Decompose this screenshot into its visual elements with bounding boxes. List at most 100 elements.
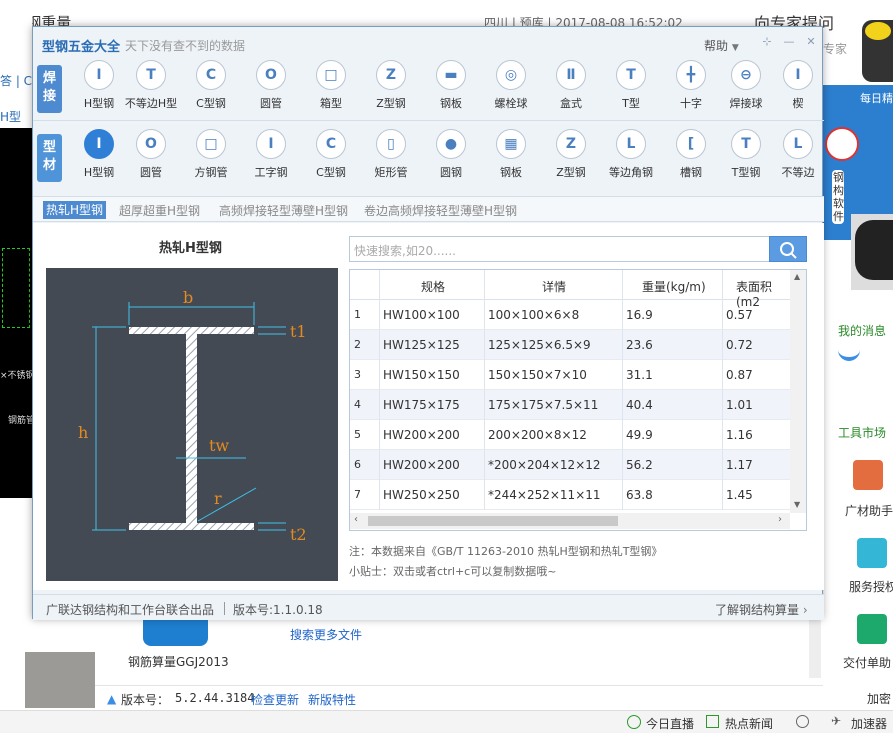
profile-row: 型材 I H型钢 O 圆管 □ 方钢管 I 工字钢 C C型钢 ▯ 矩形管 ● 圆钢 ▦ 钢板 Z Z型钢 L 等边角… (33, 127, 824, 185)
background-left-link[interactable]: 答 | C (0, 72, 32, 89)
pin-icon[interactable]: ⊹ (760, 35, 774, 49)
shape-label: 矩形管 (374, 166, 408, 179)
minimize-icon[interactable]: — (782, 35, 796, 49)
shape-item[interactable]: ⊖ 焊接球 (716, 60, 776, 114)
shape-item[interactable]: L 不等边 (768, 129, 828, 183)
scroll-up-icon[interactable]: ▲ (794, 272, 800, 281)
background-left-link-2[interactable]: H型 (0, 108, 21, 125)
shape-item[interactable]: ◎ 螺栓球 (481, 60, 541, 114)
scroll-thumb[interactable] (368, 516, 618, 526)
data-source-note: 注：本数据来自《GB/T 11263-2010 热轧H型钢和热轧T型钢》 (349, 545, 663, 558)
shape-item[interactable]: [槽钢 (661, 129, 721, 183)
scroll-down-icon[interactable]: ▼ (794, 500, 800, 509)
shape-item[interactable]: Ⅱ 盒式 (541, 60, 601, 114)
shape-item[interactable]: L 等边角钢 (601, 129, 661, 183)
window-titlebar[interactable]: 型钢五金大全 天下没有查不到的数据 帮助 ▼ ⊹ — ✕ (33, 27, 822, 59)
table-row[interactable]: 7 HW250×250 *244×252×11×11 63.8 1.45 (350, 480, 790, 510)
cad-label: ×不锈钢 (0, 371, 35, 381)
profile-tag[interactable]: 型材 (37, 134, 62, 182)
shape-item[interactable]: □ 箱型 (301, 60, 361, 114)
cell-detail: *244×252×11×11 (488, 488, 601, 502)
shape-item[interactable]: ▦ 钢板 (481, 129, 541, 183)
background-photo-thumb (25, 652, 95, 708)
table-row[interactable]: 2 HW125×125 125×125×6.5×9 23.6 0.72 (350, 330, 790, 360)
shape-item[interactable]: T 不等边H型 (121, 60, 181, 114)
tool-label-1[interactable]: 广材助手 (845, 502, 893, 519)
cell-weight: 16.9 (626, 308, 653, 322)
shape-item[interactable]: ▬ 钢板 (421, 60, 481, 114)
subtab-extra-thick[interactable]: 超厚超重H型钢 (119, 202, 200, 219)
shape-icon: T (136, 60, 166, 90)
subtab-curled-hf[interactable]: 卷边高频焊接轻型薄壁H型钢 (364, 202, 517, 219)
tool-label-2[interactable]: 服务授权 (849, 578, 893, 595)
shape-label: 箱型 (320, 97, 342, 110)
shape-item[interactable]: T T型 (601, 60, 661, 114)
cell-weight: 31.1 (626, 368, 653, 382)
shape-item[interactable]: C C型钢 (181, 60, 241, 114)
shape-item[interactable]: I H型钢 (69, 129, 129, 183)
shape-label: T型钢 (731, 166, 761, 179)
authorization-icon[interactable] (857, 538, 887, 568)
toolbox-icon[interactable] (853, 460, 883, 490)
shape-item[interactable]: O 圆管 (241, 60, 301, 114)
shape-label: 圆管 (140, 166, 162, 179)
product-label[interactable]: 钢筋算量GGJ2013 (128, 653, 229, 670)
search-more-link[interactable]: 搜索更多文件 (290, 626, 362, 643)
welded-tag[interactable]: 焊接 (37, 65, 62, 113)
table-row[interactable]: 3 HW150×150 150×150×7×10 31.1 0.87 (350, 360, 790, 390)
shape-item[interactable]: Z Z型钢 (541, 129, 601, 183)
new-features-link[interactable]: 新版特性 (308, 691, 356, 708)
col-spec[interactable]: 规格 (421, 278, 445, 295)
background-scrollbar[interactable] (809, 618, 821, 678)
shape-item[interactable]: I 工字钢 (241, 129, 301, 183)
table-row[interactable]: 1 HW100×100 100×100×6×8 16.9 0.57 (350, 300, 790, 330)
shape-icon: L (783, 129, 813, 159)
data-table: 规格 详情 重量(kg/m) 表面积(m2 1 HW100×100 100×100×… (349, 269, 807, 531)
delivery-icon[interactable] (857, 614, 887, 644)
help-menu[interactable]: 帮助 ▼ (704, 37, 739, 54)
table-horizontal-scrollbar[interactable]: ‹ › (350, 513, 790, 529)
shape-item[interactable]: ╋ 十字 (661, 60, 721, 114)
tool-label-3[interactable]: 交付单助 (843, 654, 891, 671)
cell-detail: *200×204×12×12 (488, 458, 601, 472)
learn-more-link[interactable]: 了解钢结构算量 › (715, 601, 808, 618)
shape-item[interactable]: C C型钢 (301, 129, 361, 183)
table-row[interactable]: 4 HW175×175 175×175×7.5×11 40.4 1.01 (350, 390, 790, 420)
encrypt-link[interactable]: 加密 (867, 690, 891, 707)
shape-icon: L (616, 129, 646, 159)
table-row[interactable]: 6 HW200×200 *200×204×12×12 56.2 1.17 (350, 450, 790, 480)
table-vertical-scrollbar[interactable]: ▲ ▼ (790, 270, 806, 513)
settings-icon[interactable] (796, 715, 809, 728)
search-input[interactable]: 快速搜索,如20...... (349, 236, 770, 262)
subtab-hot-rolled[interactable]: 热轧H型钢 (43, 201, 107, 219)
mascot-caption: 钢构软件 (832, 170, 844, 224)
search-button[interactable] (769, 236, 807, 262)
row-number: 1 (354, 308, 361, 321)
col-detail[interactable]: 详情 (542, 278, 566, 295)
cell-spec: HW200×200 (383, 458, 460, 472)
subtab-hf-welded[interactable]: 高频焊接轻型薄壁H型钢 (219, 202, 348, 219)
shape-item[interactable]: I H型钢 (69, 60, 129, 114)
shape-item[interactable]: □ 方钢管 (181, 129, 241, 183)
speed-icon: ✈ (831, 714, 842, 728)
status-news[interactable]: 热点新闻 (725, 715, 773, 732)
shape-item[interactable]: I楔 (768, 60, 828, 114)
shape-icon: I (256, 129, 286, 159)
table-row[interactable]: 5 HW200×200 200×200×8×12 49.9 1.16 (350, 420, 790, 450)
shape-item[interactable]: O 圆管 (121, 129, 181, 183)
shape-item[interactable]: ▯ 矩形管 (361, 129, 421, 183)
shape-item[interactable]: Z Z型钢 (361, 60, 421, 114)
tool-market[interactable]: 工具市场 (838, 424, 886, 441)
shape-label: 等边角钢 (609, 166, 653, 179)
status-speed[interactable]: 加速器 (851, 715, 887, 732)
shape-item[interactable]: T T型钢 (716, 129, 776, 183)
shape-item[interactable]: ● 圆钢 (421, 129, 481, 183)
scroll-left-icon[interactable]: ‹ (354, 514, 358, 525)
check-update-link[interactable]: 检查更新 (251, 691, 299, 708)
status-live[interactable]: 今日直播 (646, 715, 694, 732)
col-weight[interactable]: 重量(kg/m) (642, 278, 706, 295)
cell-detail: 175×175×7.5×11 (488, 398, 599, 412)
close-icon[interactable]: ✕ (804, 35, 818, 49)
scroll-right-icon[interactable]: › (778, 514, 782, 525)
my-messages[interactable]: 我的消息 (838, 322, 886, 339)
